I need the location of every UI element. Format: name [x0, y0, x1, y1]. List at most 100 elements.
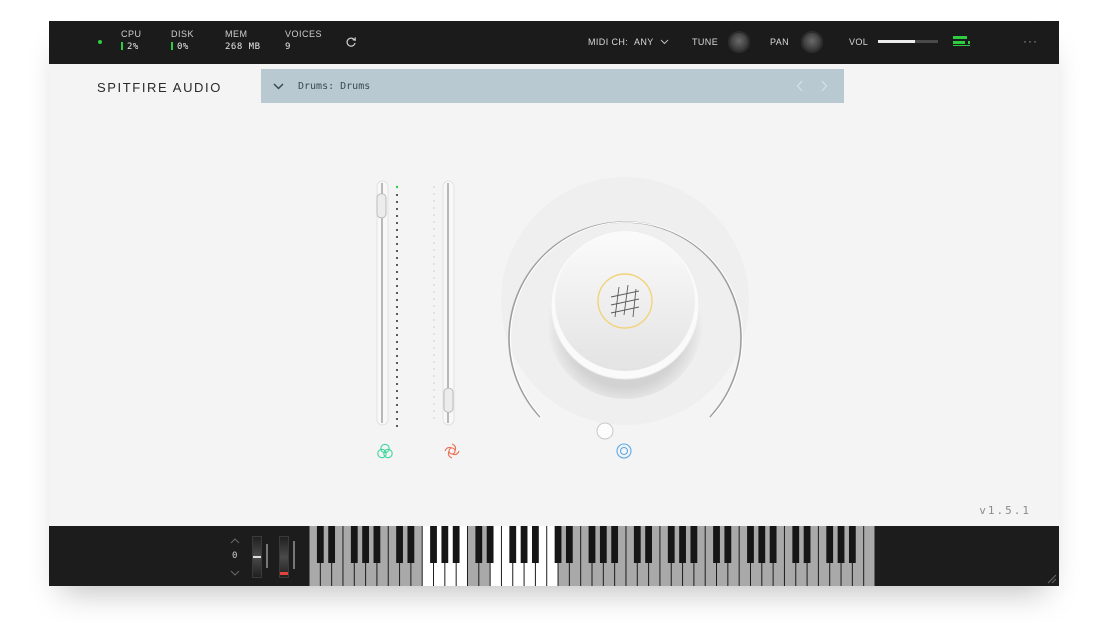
previous-preset-icon[interactable] — [796, 80, 804, 92]
scale-dot — [433, 354, 435, 356]
scale-dot — [396, 194, 398, 196]
volume-slider[interactable] — [878, 40, 938, 43]
scale-dot — [433, 263, 435, 265]
scale-dot — [433, 291, 435, 293]
black-key[interactable] — [532, 526, 539, 563]
black-key[interactable] — [747, 526, 754, 563]
volume-slider-fill — [878, 40, 916, 43]
black-key[interactable] — [848, 526, 856, 563]
expression-fader[interactable] — [376, 180, 389, 426]
mem-label: MEM — [225, 29, 248, 39]
scale-dot — [396, 201, 398, 203]
piano-keyboard[interactable] — [309, 526, 875, 586]
octave-up-icon[interactable] — [230, 538, 240, 544]
scale-dot — [433, 235, 435, 237]
tune-knob[interactable] — [728, 31, 750, 53]
dynamics-fader[interactable] — [442, 180, 455, 426]
scale-dot — [433, 221, 435, 223]
black-key[interactable] — [588, 526, 596, 563]
black-key[interactable] — [803, 526, 811, 563]
scale-dot — [396, 362, 398, 364]
black-key[interactable] — [554, 526, 562, 563]
resize-handle-icon[interactable] — [1045, 572, 1057, 584]
black-key[interactable] — [475, 526, 483, 563]
scale-dot — [433, 396, 435, 398]
mod-wheel-marker — [280, 572, 288, 575]
black-key[interactable] — [316, 526, 324, 563]
octave-down-icon[interactable] — [230, 570, 240, 576]
scale-dot — [396, 383, 398, 385]
disk-label: DISK — [171, 29, 195, 39]
scale-dot — [396, 208, 398, 210]
more-options-icon[interactable]: ··· — [1023, 34, 1038, 48]
refresh-icon[interactable] — [345, 36, 357, 48]
scale-dot — [433, 375, 435, 377]
expression-fader-handle[interactable] — [376, 193, 387, 219]
black-key[interactable] — [758, 526, 766, 563]
cpu-meter: CPU 2% — [121, 29, 142, 52]
black-key[interactable] — [520, 526, 528, 563]
dynamics-fader-handle[interactable] — [443, 387, 454, 413]
scale-dot — [433, 207, 435, 209]
black-key[interactable] — [509, 526, 517, 563]
scale-dot — [396, 348, 398, 350]
preset-selector[interactable]: Drums: Drums — [261, 69, 844, 103]
next-preset-icon[interactable] — [820, 80, 828, 92]
reverb-icon[interactable] — [615, 442, 633, 460]
black-key[interactable] — [724, 526, 732, 563]
scale-dot — [433, 417, 435, 419]
black-key[interactable] — [826, 526, 834, 563]
white-key[interactable] — [864, 526, 875, 586]
pitch-wheel[interactable] — [252, 536, 262, 578]
black-key[interactable] — [713, 526, 720, 563]
scale-dot — [396, 278, 398, 280]
keyboard-panel: 0 — [49, 526, 1059, 586]
black-key[interactable] — [633, 526, 641, 563]
black-key[interactable] — [599, 526, 607, 563]
black-key[interactable] — [350, 526, 358, 563]
black-key[interactable] — [690, 526, 698, 563]
scale-dot — [433, 326, 435, 328]
black-key[interactable] — [611, 526, 619, 563]
black-key[interactable] — [565, 526, 573, 563]
scale-dot — [433, 389, 435, 391]
mem-meter: MEM 268 MB — [225, 29, 261, 52]
black-key[interactable] — [792, 526, 800, 563]
scale-dot — [396, 341, 398, 343]
black-key[interactable] — [837, 526, 845, 563]
midi-channel-select[interactable]: ANY — [634, 37, 654, 47]
controls-area — [376, 177, 749, 440]
black-key[interactable] — [679, 526, 686, 563]
expression-scale — [395, 185, 399, 427]
scale-dot — [433, 347, 435, 349]
scale-dot — [396, 355, 398, 357]
chevron-down-icon[interactable] — [273, 83, 284, 90]
mod-wheel-track-icon — [293, 541, 295, 569]
tune-label: TUNE — [692, 37, 719, 47]
black-key[interactable] — [667, 526, 675, 563]
scale-dot — [396, 250, 398, 252]
black-key[interactable] — [407, 526, 415, 563]
black-key[interactable] — [452, 526, 460, 563]
black-key[interactable] — [645, 526, 652, 563]
black-key[interactable] — [396, 526, 403, 563]
scale-dot — [433, 333, 435, 335]
black-key[interactable] — [769, 526, 777, 563]
black-key[interactable] — [373, 526, 381, 563]
scale-dot — [396, 292, 398, 294]
cpu-value: 2% — [127, 42, 139, 52]
pan-knob[interactable] — [801, 31, 823, 53]
black-key[interactable] — [441, 526, 449, 563]
scale-dot — [396, 411, 398, 413]
scale-dot — [396, 404, 398, 406]
black-key[interactable] — [328, 526, 336, 563]
scale-dot — [396, 334, 398, 336]
expression-icon[interactable] — [376, 442, 394, 460]
black-key[interactable] — [430, 526, 437, 563]
dynamics-icon[interactable] — [443, 442, 461, 460]
black-key[interactable] — [362, 526, 369, 563]
black-key[interactable] — [486, 526, 494, 563]
scale-dot — [396, 236, 398, 238]
mod-wheel[interactable] — [279, 536, 289, 578]
chevron-down-icon[interactable] — [660, 39, 669, 45]
